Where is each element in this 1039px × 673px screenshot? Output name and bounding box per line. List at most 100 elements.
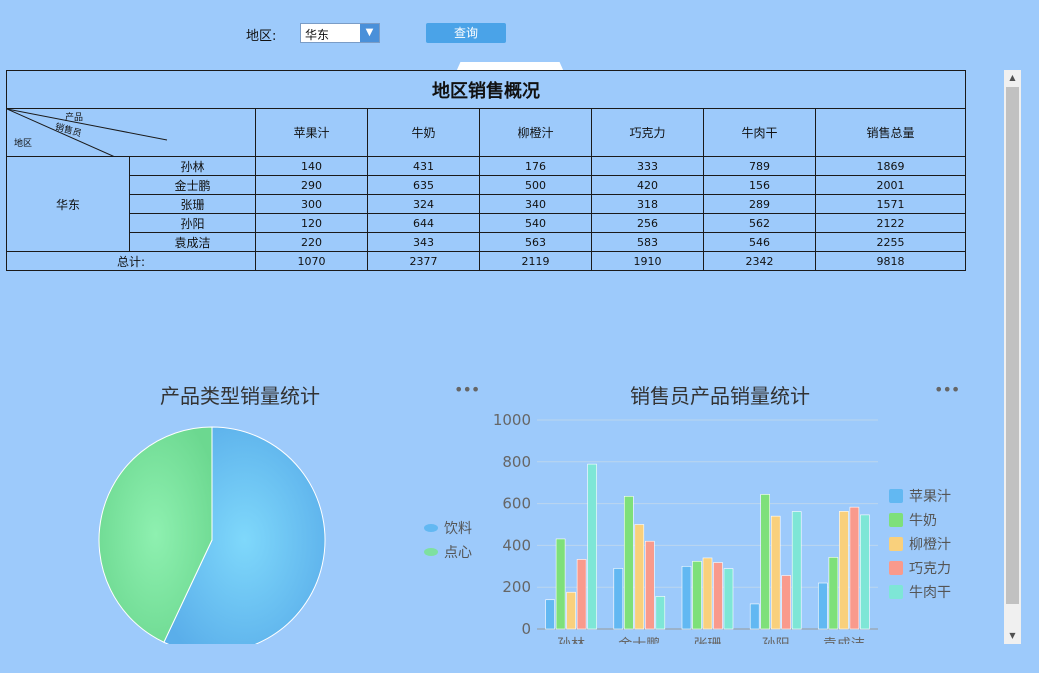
legend-label: 柳橙汁 [909,537,951,553]
value-cell: 644 [367,213,480,233]
table-row: 孙阳 120 644 540 256 562 2122 [7,213,966,233]
value-cell: 2001 [815,175,966,195]
salesperson-cell: 孙林 [129,156,256,176]
x-tick-label: 孙林 [557,637,585,644]
total-row: 总计: 1070 2377 2119 1910 2342 9818 [6,251,966,271]
value-cell: 324 [367,194,480,214]
bar-牛奶-金士鹏[interactable] [624,495,634,630]
value-cell: 789 [703,156,816,176]
bar-苹果汁-孙阳[interactable] [749,603,760,630]
bar-牛肉干-袁成洁[interactable] [860,514,870,630]
table-row: 张珊 300 324 340 318 289 1571 [7,194,966,214]
value-cell: 562 [703,213,816,233]
value-cell: 2255 [815,232,966,252]
legend-label: 苹果汁 [909,489,951,505]
pie-chart-title: 产品类型销量统计 [160,384,320,408]
corner-header: 产品 销售员 地区 [6,108,256,157]
scroll-up-icon[interactable]: ▲ [1004,70,1021,86]
x-tick-label: 金士鹏 [618,637,660,644]
sales-report-table: 地区销售概况 产品 销售员 地区 苹果汁 牛奶 柳橙汁 巧克力 牛肉干 销售总量… [6,70,966,271]
bar-巧克力-金士鹏[interactable] [645,540,655,630]
bar-牛肉干-张珊[interactable] [723,568,734,630]
value-cell: 290 [255,175,368,195]
salesperson-cell: 袁成洁 [129,232,256,252]
legend-marker [424,524,438,532]
pie-chart [98,426,326,644]
value-cell: 318 [591,194,704,214]
x-tick-label: 袁成洁 [823,637,865,644]
bar-苹果汁-孙林[interactable] [545,599,555,630]
value-cell: 2122 [815,213,966,233]
more-icon[interactable]: ••• [934,380,960,399]
value-cell: 431 [367,156,480,176]
bar-柳橙汁-袁成洁[interactable] [839,511,849,630]
bar-chart: 0 200 400 600 800 1000 孙林 金士鹏 张珊 孙阳 袁成洁 [493,411,878,644]
value-cell: 176 [479,156,592,176]
table-row: 华东 孙林 140 431 176 333 789 1869 [6,156,966,252]
y-tick-label: 0 [521,620,531,638]
pie-legend-item[interactable]: 点心 [424,542,472,562]
corner-product-label: 产品 [65,113,84,123]
bar-柳橙汁-孙阳[interactable] [770,515,781,630]
bar-legend-item[interactable]: 巧克力 [889,558,951,578]
legend-swatch [889,513,903,527]
legend-label: 饮料 [444,521,472,537]
value-cell: 540 [479,213,592,233]
bar-legend-item[interactable]: 牛奶 [889,510,937,530]
total-cell: 2342 [703,251,816,271]
bar-牛奶-孙阳[interactable] [760,494,771,630]
legend-swatch [889,537,903,551]
value-cell: 220 [255,232,368,252]
salesperson-cell: 孙阳 [129,213,256,233]
bar-苹果汁-金士鹏[interactable] [613,568,624,630]
salesperson-cell: 张珊 [129,194,256,214]
bar-柳橙汁-金士鹏[interactable] [634,524,645,630]
bar-legend-item[interactable]: 柳橙汁 [889,534,951,554]
more-icon[interactable]: ••• [454,380,480,399]
bar-牛奶-张珊[interactable] [692,560,702,630]
region-select[interactable]: 华东 ▼ [300,23,380,43]
total-cell: 1070 [255,251,368,271]
value-cell: 289 [703,194,816,214]
value-cell: 563 [479,232,592,252]
tab-notch [456,62,564,70]
value-cell: 140 [255,156,368,176]
bar-legend-item[interactable]: 苹果汁 [889,486,951,506]
bar-牛肉干-孙阳[interactable] [791,511,802,630]
total-cell: 9818 [815,251,966,271]
bar-巧克力-孙阳[interactable] [781,575,792,630]
bar-巧克力-袁成洁[interactable] [849,506,860,630]
bar-牛奶-袁成洁[interactable] [828,557,839,630]
table-row: 金士鹏 290 635 500 420 156 2001 [7,175,966,195]
bar-巧克力-张珊[interactable] [713,562,723,630]
corner-region-label: 地区 [14,139,33,149]
bar-legend-item[interactable]: 牛肉干 [889,582,951,602]
value-cell: 120 [255,213,368,233]
chevron-down-icon[interactable]: ▼ [360,24,379,42]
scrollbar-thumb[interactable] [1006,87,1019,604]
bar-苹果汁-袁成洁[interactable] [818,582,828,630]
value-cell: 546 [703,232,816,252]
value-cell: 420 [591,175,704,195]
value-cell: 300 [255,194,368,214]
scroll-down-icon[interactable]: ▼ [1004,628,1021,644]
vertical-scrollbar[interactable]: ▲ ▼ [1004,70,1021,644]
legend-label: 巧克力 [909,561,951,577]
report-title: 地区销售概况 [6,70,966,109]
y-tick-label: 400 [502,536,531,554]
bar-牛肉干-金士鹏[interactable] [655,596,666,630]
region-label: 地区: [246,29,277,44]
value-cell: 1571 [815,194,966,214]
search-button[interactable]: 查询 [426,23,506,43]
bar-苹果汁-张珊[interactable] [681,566,692,630]
bar-牛肉干-孙林[interactable] [587,463,597,630]
bar-柳橙汁-孙林[interactable] [566,591,576,630]
table-row: 袁成洁 220 343 563 583 546 2255 [7,232,966,252]
bar-牛奶-孙林[interactable] [555,538,566,630]
pie-legend-item[interactable]: 饮料 [424,518,472,538]
total-cell: 2377 [367,251,480,271]
legend-swatch [889,489,903,503]
bar-巧克力-孙林[interactable] [576,559,587,630]
bar-柳橙汁-张珊[interactable] [702,557,713,630]
value-cell: 333 [591,156,704,176]
